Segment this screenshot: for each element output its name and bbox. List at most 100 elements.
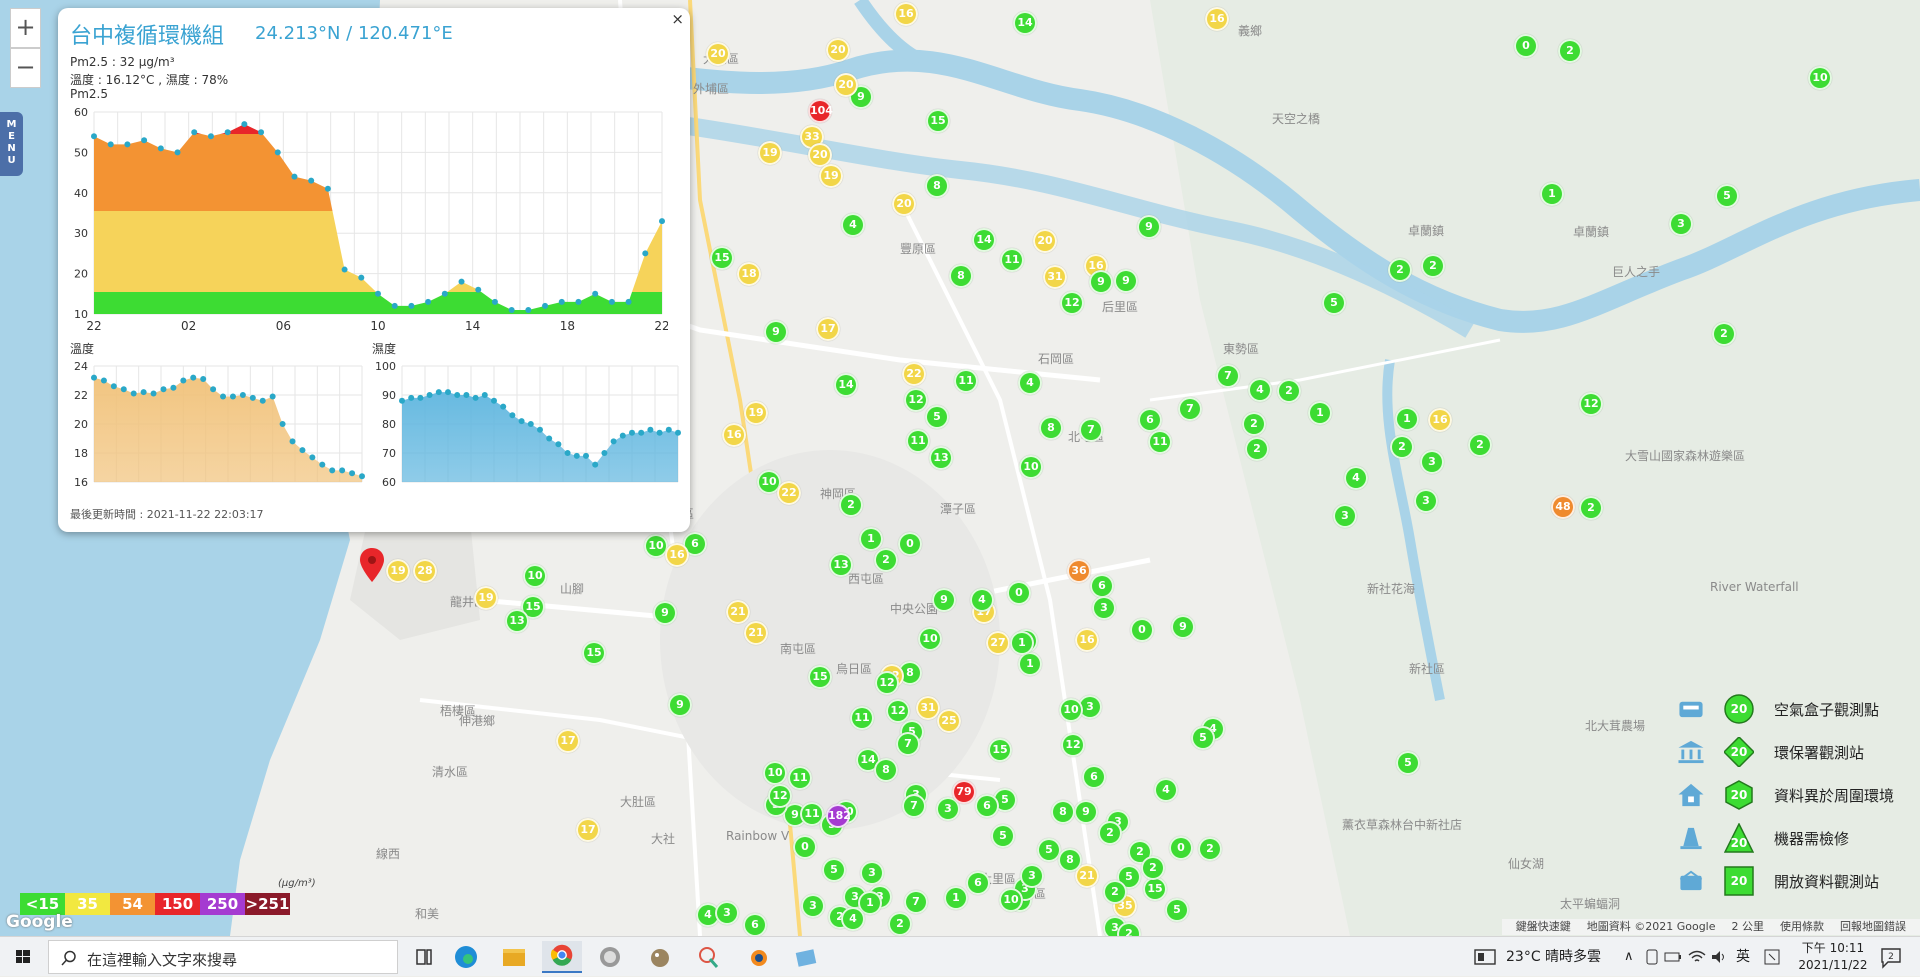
sensor-marker[interactable]: 19: [819, 164, 843, 188]
sensor-marker[interactable]: 11: [1148, 430, 1172, 454]
sensor-marker[interactable]: 20: [834, 73, 858, 97]
sensor-marker[interactable]: 16: [1075, 628, 1099, 652]
sensor-marker[interactable]: 5: [1715, 184, 1739, 208]
sensor-marker[interactable]: 2: [1141, 856, 1165, 880]
sensor-marker[interactable]: 4: [841, 213, 865, 237]
sensor-marker[interactable]: 15: [582, 641, 606, 665]
sensor-marker[interactable]: 3: [1669, 212, 1693, 236]
sensor-marker[interactable]: 10: [1019, 455, 1043, 479]
sensor-marker[interactable]: 2: [1198, 837, 1222, 861]
sensor-marker[interactable]: 1: [1308, 401, 1332, 425]
sensor-marker[interactable]: 22: [777, 481, 801, 505]
chevron-up-icon[interactable]: ∧: [1624, 937, 1634, 977]
sensor-marker[interactable]: 1: [1010, 631, 1034, 655]
windows-start-icon[interactable]: [0, 937, 46, 977]
sensor-marker[interactable]: 2: [874, 548, 898, 572]
sensor-marker[interactable]: 9: [668, 693, 692, 717]
map-view[interactable]: 大甲區大安區外埔區后里區新社區卓蘭鎮石岡區東勢區太平區大里區烏日區大肚區龍井區梧…: [0, 0, 1920, 936]
sensor-marker[interactable]: 4: [1154, 778, 1178, 802]
sensor-marker[interactable]: 5: [1165, 898, 1189, 922]
sensor-marker[interactable]: 3: [1414, 489, 1438, 513]
sensor-marker[interactable]: 12: [904, 388, 928, 412]
sensor-marker[interactable]: 104: [808, 99, 833, 123]
sensor-marker[interactable]: 2: [1558, 39, 1582, 63]
sensor-marker[interactable]: 2: [1421, 254, 1445, 278]
notification-icon[interactable]: 2: [1880, 947, 1906, 969]
sensor-marker[interactable]: 9: [764, 320, 788, 344]
sensor-marker[interactable]: 182: [826, 804, 851, 828]
sensor-marker[interactable]: 2: [1468, 433, 1492, 457]
sensor-marker[interactable]: 2: [888, 912, 912, 936]
sensor-marker[interactable]: 16: [1428, 408, 1452, 432]
sensor-marker[interactable]: 5: [1396, 751, 1420, 775]
sensor-marker[interactable]: 21: [744, 621, 768, 645]
weather-text[interactable]: 23°C 晴時多雲: [1506, 937, 1601, 977]
sensor-marker[interactable]: 6: [743, 913, 767, 936]
sensor-marker[interactable]: 8: [949, 264, 973, 288]
sensor-marker[interactable]: 3: [1420, 450, 1444, 474]
sensor-marker[interactable]: 16: [722, 423, 746, 447]
sensor-marker[interactable]: 4: [841, 907, 865, 931]
sensor-marker[interactable]: 3: [1020, 864, 1044, 888]
sensor-marker[interactable]: 17: [816, 317, 840, 341]
sensor-marker[interactable]: 0: [1514, 34, 1538, 58]
sensor-marker[interactable]: 9: [1137, 215, 1161, 239]
sensor-marker[interactable]: 3: [801, 894, 825, 918]
sensor-marker[interactable]: 17: [556, 729, 580, 753]
sensor-marker[interactable]: 15: [808, 665, 832, 689]
sensor-marker[interactable]: 11: [850, 706, 874, 730]
sensor-marker[interactable]: 27: [986, 631, 1010, 655]
battery-icon[interactable]: [1664, 949, 1682, 965]
paint-app-icon[interactable]: [690, 941, 730, 973]
sensor-marker[interactable]: 10: [763, 761, 787, 785]
sensor-marker[interactable]: 1: [1018, 652, 1042, 676]
sensor-marker[interactable]: 19: [386, 559, 410, 583]
map-footer-link[interactable]: 回報地圖錯誤: [1840, 920, 1906, 933]
sensor-marker[interactable]: 2: [1098, 821, 1122, 845]
sensor-marker[interactable]: 36: [1067, 559, 1091, 583]
sensor-marker[interactable]: 12: [1579, 392, 1603, 416]
sensor-marker[interactable]: 8: [1051, 800, 1075, 824]
sensor-marker[interactable]: 19: [474, 586, 498, 610]
sensor-marker[interactable]: 2: [1390, 435, 1414, 459]
sensor-marker[interactable]: 2: [839, 493, 863, 517]
sensor-marker[interactable]: 31: [916, 696, 940, 720]
sensor-marker[interactable]: 7: [896, 732, 920, 756]
sensor-marker[interactable]: 10: [1808, 66, 1832, 90]
task-view-icon[interactable]: [404, 941, 444, 973]
taskbar-search[interactable]: 在這裡輸入文字來搜尋: [48, 940, 398, 974]
sensor-marker[interactable]: 14: [972, 228, 996, 252]
close-icon[interactable]: ×: [671, 10, 684, 28]
sensor-marker[interactable]: 4: [1344, 466, 1368, 490]
sensor-marker[interactable]: 0: [793, 835, 817, 859]
sensor-marker[interactable]: 0: [898, 532, 922, 556]
sensor-marker[interactable]: 79: [952, 780, 976, 804]
sensor-marker[interactable]: 14: [834, 373, 858, 397]
compass-app-icon[interactable]: [590, 941, 630, 973]
sensor-marker[interactable]: 9: [932, 588, 956, 612]
sensor-marker[interactable]: 19: [758, 141, 782, 165]
sensor-marker[interactable]: 28: [413, 559, 437, 583]
clock[interactable]: 下午 10:11 2021/11/22: [1790, 940, 1876, 974]
sensor-marker[interactable]: 20: [892, 192, 916, 216]
sensor-marker[interactable]: 2: [1712, 322, 1736, 346]
sensor-marker[interactable]: 6: [1082, 765, 1106, 789]
sensor-marker[interactable]: 17: [576, 818, 600, 842]
sensor-marker[interactable]: 9: [1114, 269, 1138, 293]
sensor-marker[interactable]: 4: [970, 588, 994, 612]
sensor-marker[interactable]: 12: [1061, 733, 1085, 757]
sensor-marker[interactable]: 12: [886, 699, 910, 723]
sensor-marker[interactable]: 22: [902, 362, 926, 386]
sensor-marker[interactable]: 7: [902, 794, 926, 818]
sensor-marker[interactable]: 48: [1551, 495, 1575, 519]
sensor-marker[interactable]: 0: [1007, 581, 1031, 605]
sensor-marker[interactable]: 4: [1248, 378, 1272, 402]
sensor-marker[interactable]: 10: [1059, 698, 1083, 722]
sensor-marker[interactable]: 2: [1103, 880, 1127, 904]
sensor-marker[interactable]: 9: [1171, 615, 1195, 639]
sensor-marker[interactable]: 7: [1178, 397, 1202, 421]
sensor-marker[interactable]: 5: [1322, 291, 1346, 315]
ime-indicator[interactable]: 英: [1736, 937, 1750, 977]
sensor-marker[interactable]: 18: [737, 262, 761, 286]
sensor-marker[interactable]: 1: [1540, 182, 1564, 206]
